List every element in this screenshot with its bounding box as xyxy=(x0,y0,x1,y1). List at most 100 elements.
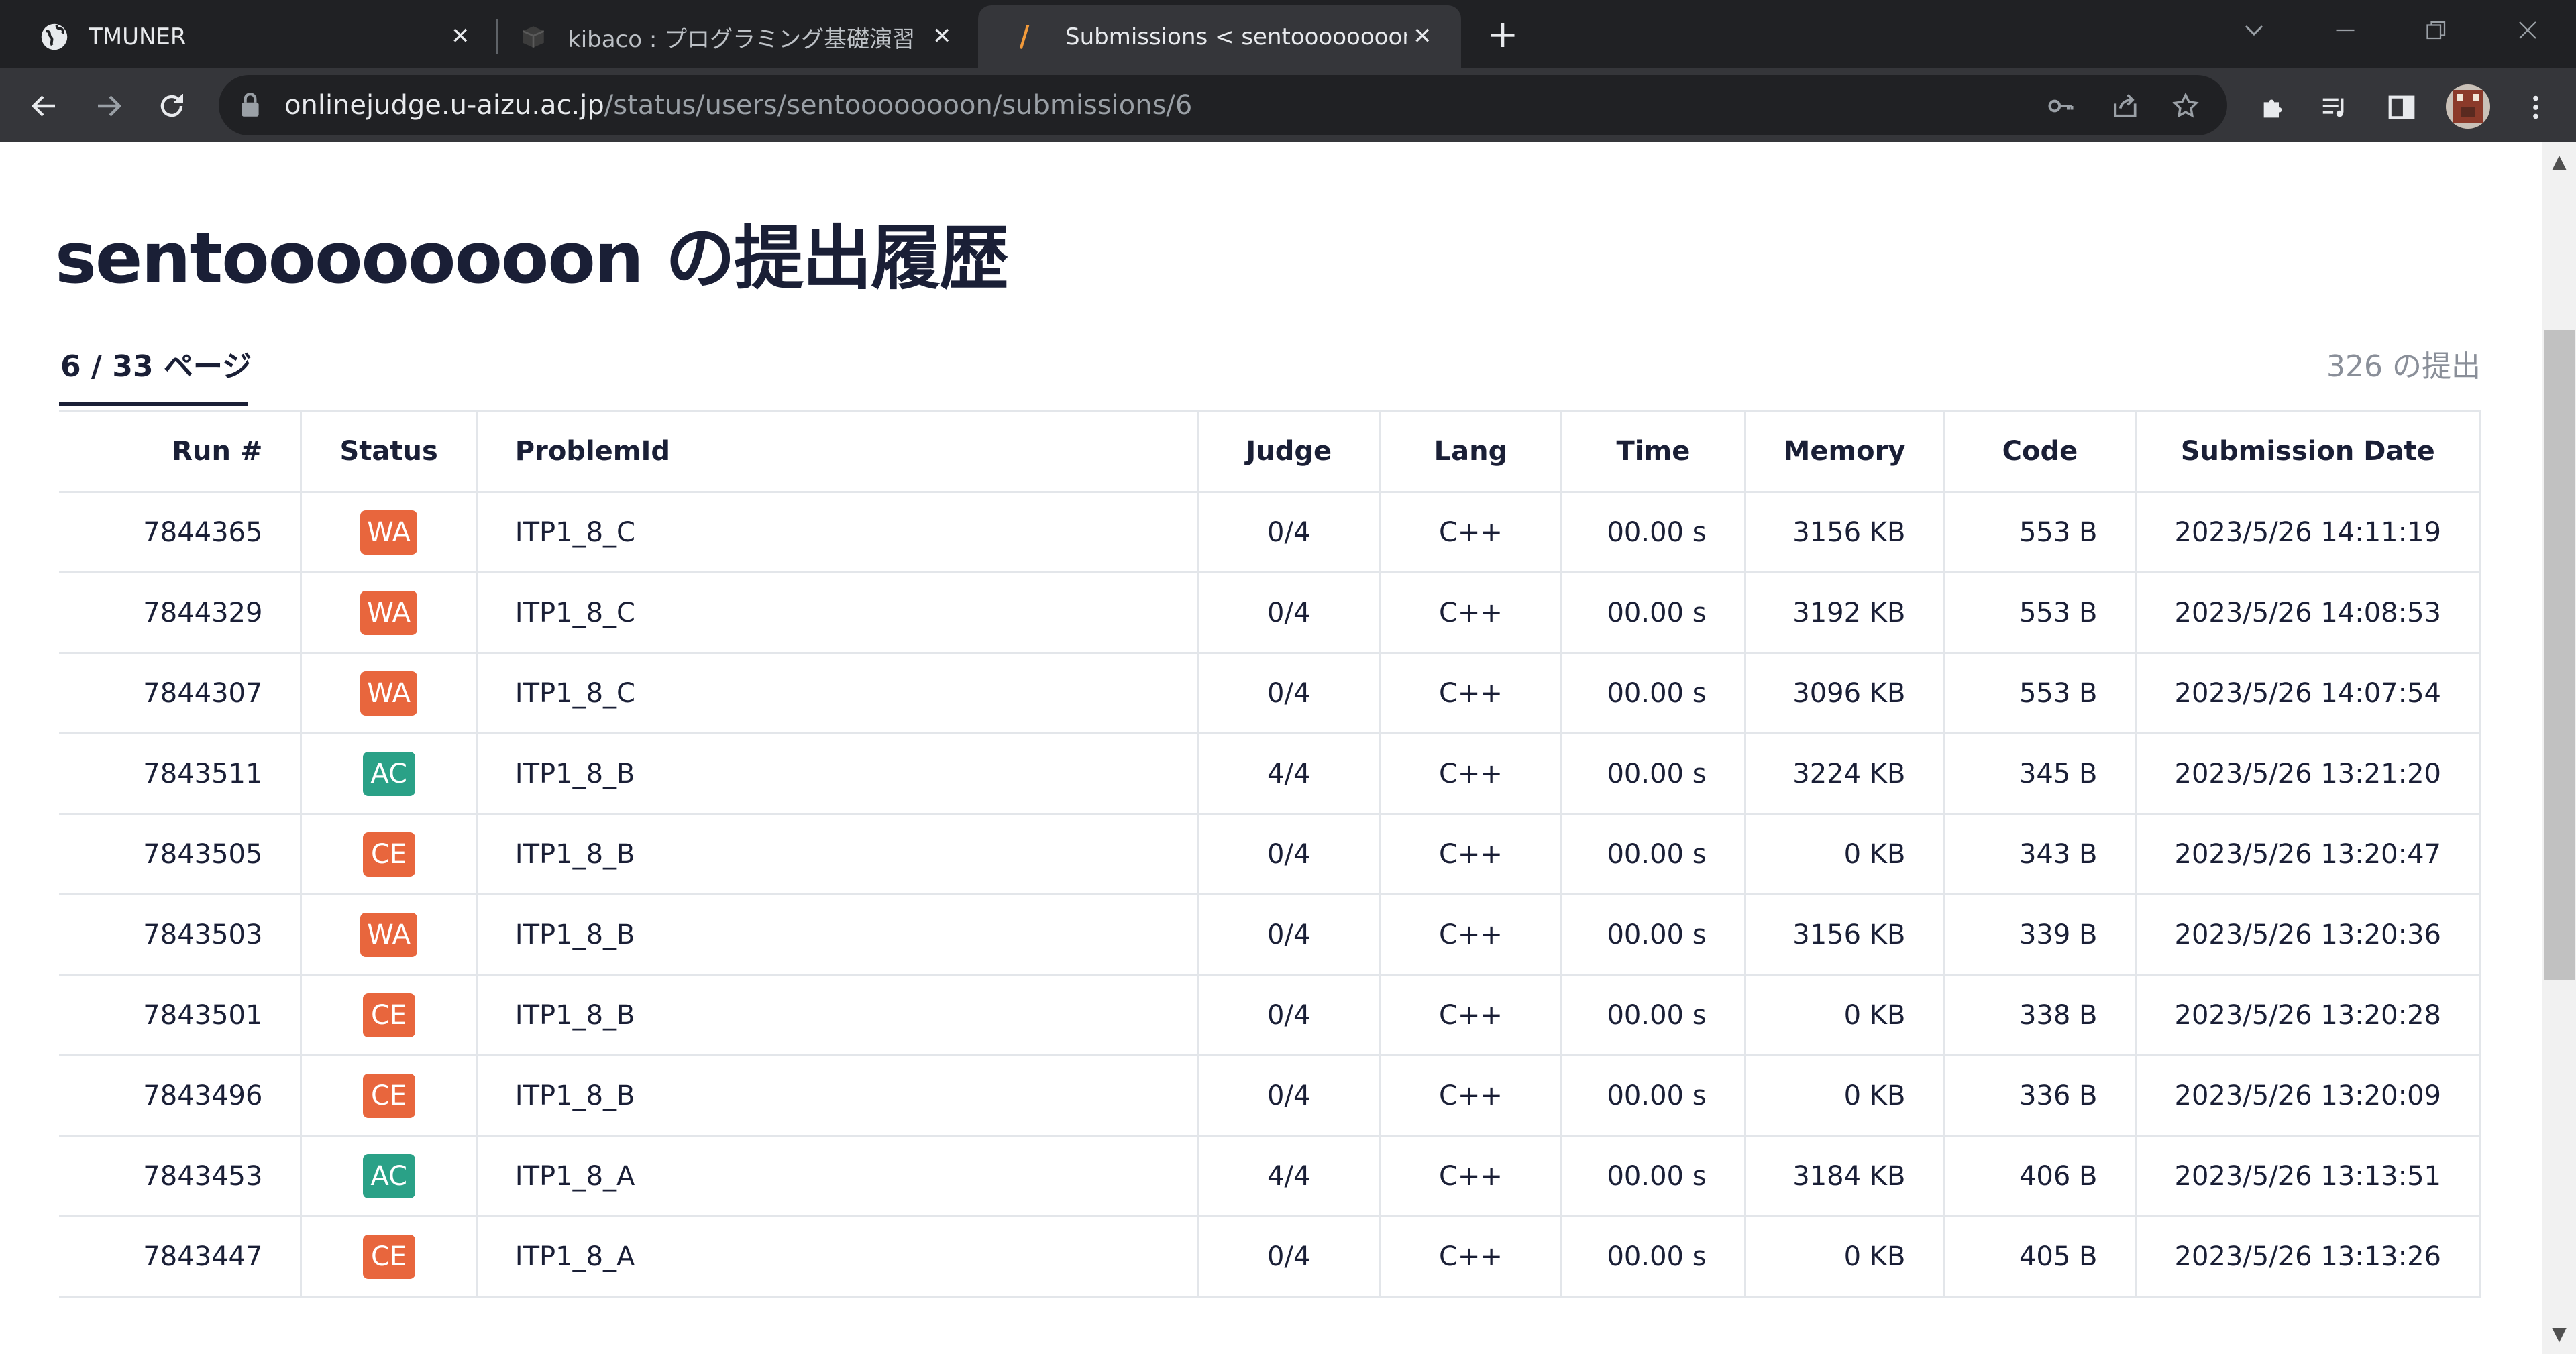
problem-id[interactable]: ITP1_8_A xyxy=(475,1216,1198,1298)
table-row[interactable]: 7843501 CE ITP1_8_B 0/4 C++ 00.00 s0 KB 338 B2… xyxy=(59,974,2481,1056)
status-badge[interactable]: CE xyxy=(362,832,415,877)
header-problem-id: ProblemId xyxy=(475,410,1198,493)
status-badge[interactable]: AC xyxy=(362,1153,415,1198)
close-window-icon[interactable] xyxy=(2508,13,2548,54)
scrollbar-thumb[interactable] xyxy=(2544,330,2575,980)
language: C++ xyxy=(1379,572,1562,654)
extensions-puzzle-icon[interactable] xyxy=(2255,89,2293,126)
kebab-menu-icon[interactable] xyxy=(2517,89,2555,126)
problem-id[interactable]: ITP1_8_A xyxy=(475,1135,1198,1217)
problem-id[interactable]: ITP1_8_B xyxy=(475,733,1198,815)
run-id[interactable]: 7843453 xyxy=(59,1135,301,1217)
code-size[interactable]: 553 B xyxy=(1943,653,2136,734)
url-path: /status/users/sentoooooooon/submissions/… xyxy=(604,90,1193,121)
run-id[interactable]: 7844307 xyxy=(59,653,301,734)
tab-kibaco[interactable]: kibaco : プログラミング基礎演習 II xyxy=(519,5,922,68)
table-header-row: Run # Status ProblemId Judge Lang Time M… xyxy=(59,410,2481,493)
run-id[interactable]: 7843505 xyxy=(59,813,301,895)
reload-icon[interactable] xyxy=(152,86,192,126)
language: C++ xyxy=(1379,813,1562,895)
code-size[interactable]: 553 B xyxy=(1943,492,2136,573)
cpu-time: 00.00 s xyxy=(1560,1135,1746,1217)
problem-id[interactable]: ITP1_8_B xyxy=(475,813,1198,895)
status-badge[interactable]: WA xyxy=(360,510,417,555)
language: C++ xyxy=(1379,1135,1562,1217)
kibaco-logo-icon xyxy=(519,23,547,51)
run-id[interactable]: 7843447 xyxy=(59,1216,301,1298)
tab-title: kibaco : プログラミング基礎演習 II xyxy=(568,25,922,53)
table-row[interactable]: 7843453 AC ITP1_8_A 4/4 C++ 00.00 s 3184 KB 406… xyxy=(59,1135,2481,1217)
memory-usage: 3096 KB xyxy=(1743,653,1944,734)
address-bar[interactable]: onlinejudge.u-aizu.ac.jp/status/users/se… xyxy=(219,75,2227,135)
table-row[interactable]: 7843496 CE ITP1_8_B 0/4 C++ 00.00 s0 KB 336 B2… xyxy=(59,1055,2481,1137)
code-size[interactable]: 405 B xyxy=(1943,1216,2136,1298)
run-id[interactable]: 7843501 xyxy=(59,974,301,1056)
share-icon[interactable] xyxy=(2108,89,2143,123)
run-id[interactable]: 7844329 xyxy=(59,572,301,654)
submission-date: 2023/5/26 13:20:28 xyxy=(2135,974,2481,1056)
new-tab-plus-icon[interactable]: + xyxy=(1484,16,1521,55)
code-size[interactable]: 336 B xyxy=(1943,1055,2136,1137)
forward-arrow-icon[interactable] xyxy=(89,86,129,126)
tab-strip: TMUNER ✕ kibaco : プログラミング基礎演習 II ✕ Submi… xyxy=(0,0,2576,68)
run-id[interactable]: 7843511 xyxy=(59,733,301,815)
problem-id[interactable]: ITP1_8_B xyxy=(475,894,1198,976)
problem-id[interactable]: ITP1_8_B xyxy=(475,1055,1198,1137)
status-badge[interactable]: CE xyxy=(362,993,415,1037)
status-badge[interactable]: WA xyxy=(360,912,417,957)
language: C++ xyxy=(1379,1055,1562,1137)
status-badge[interactable]: WA xyxy=(360,590,417,635)
run-id[interactable]: 7843496 xyxy=(59,1055,301,1137)
media-queue-icon[interactable] xyxy=(2316,89,2353,126)
minimize-icon[interactable] xyxy=(2325,13,2365,54)
bookmark-star-icon[interactable] xyxy=(2168,89,2203,123)
side-panel-icon[interactable] xyxy=(2383,89,2420,126)
close-tab-icon[interactable]: ✕ xyxy=(1413,21,1442,51)
run-id[interactable]: 7843503 xyxy=(59,894,301,976)
table-row[interactable]: 7844365 WA ITP1_8_C 0/4 C++ 00.00 s 3156 KB 553… xyxy=(59,492,2481,573)
scroll-down-arrow-icon[interactable]: ▼ xyxy=(2542,1317,2576,1351)
table-row[interactable]: 7844329 WA ITP1_8_C 0/4 C++ 00.00 s 3192 KB 553… xyxy=(59,572,2481,654)
header-submission-date: Submission Date xyxy=(2135,410,2481,493)
code-size[interactable]: 339 B xyxy=(1943,894,2136,976)
restore-icon[interactable] xyxy=(2416,13,2457,54)
url-text[interactable]: onlinejudge.u-aizu.ac.jp/status/users/se… xyxy=(284,75,1192,135)
tab-separator xyxy=(496,19,498,54)
lock-icon[interactable] xyxy=(239,91,262,122)
problem-id[interactable]: ITP1_8_C xyxy=(475,492,1198,573)
table-row[interactable]: 7843503 WA ITP1_8_B 0/4 C++ 00.00 s 3156 KB 339… xyxy=(59,894,2481,976)
language: C++ xyxy=(1379,653,1562,734)
code-size[interactable]: 338 B xyxy=(1943,974,2136,1056)
close-tab-icon[interactable]: ✕ xyxy=(932,21,962,51)
judge-result: 0/4 xyxy=(1196,894,1381,976)
tab-tmuner[interactable]: TMUNER xyxy=(40,5,483,68)
memory-usage: 0 KB xyxy=(1743,813,1944,895)
page-indicator-tab[interactable]: 6 / 33 ページ xyxy=(60,342,252,385)
cpu-time: 00.00 s xyxy=(1560,894,1746,976)
tab-submissions[interactable]: Submissions < sentoooooooon < xyxy=(978,5,1461,68)
table-row[interactable]: 7844307 WA ITP1_8_C 0/4 C++ 00.00 s 3096 KB 553… xyxy=(59,653,2481,734)
judge-result: 0/4 xyxy=(1196,572,1381,654)
status-badge[interactable]: CE xyxy=(362,1073,415,1118)
back-arrow-icon[interactable] xyxy=(24,86,64,126)
table-row[interactable]: 7843447 CE ITP1_8_A 0/4 C++ 00.00 s0 KB 405 B2… xyxy=(59,1216,2481,1298)
table-row[interactable]: 7843511 AC ITP1_8_B 4/4 C++ 00.00 s 3224 KB 345… xyxy=(59,733,2481,815)
code-size[interactable]: 345 B xyxy=(1943,733,2136,815)
scroll-up-arrow-icon[interactable]: ▲ xyxy=(2542,145,2576,178)
status-badge[interactable]: WA xyxy=(360,671,417,716)
problem-id[interactable]: ITP1_8_C xyxy=(475,572,1198,654)
key-icon[interactable] xyxy=(2043,89,2078,123)
problem-id[interactable]: ITP1_8_C xyxy=(475,653,1198,734)
problem-id[interactable]: ITP1_8_B xyxy=(475,974,1198,1056)
run-id[interactable]: 7844365 xyxy=(59,492,301,573)
profile-avatar[interactable] xyxy=(2446,84,2490,129)
status-badge[interactable]: CE xyxy=(362,1234,415,1279)
code-size[interactable]: 343 B xyxy=(1943,813,2136,895)
tab-search-chevron-icon[interactable] xyxy=(2234,13,2274,54)
status-badge[interactable]: AC xyxy=(362,751,415,796)
judge-result: 0/4 xyxy=(1196,653,1381,734)
code-size[interactable]: 553 B xyxy=(1943,572,2136,654)
table-row[interactable]: 7843505 CE ITP1_8_B 0/4 C++ 00.00 s0 KB 343 B2… xyxy=(59,813,2481,895)
close-tab-icon[interactable]: ✕ xyxy=(451,21,480,51)
code-size[interactable]: 406 B xyxy=(1943,1135,2136,1217)
